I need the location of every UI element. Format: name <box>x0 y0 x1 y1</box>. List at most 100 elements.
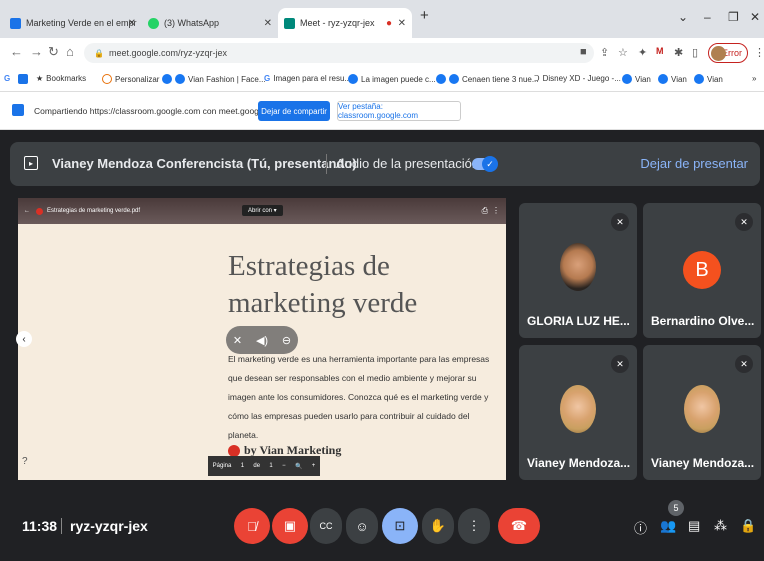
tab-whatsapp[interactable]: (3) WhatsApp ✕ <box>142 8 278 38</box>
participant-tile[interactable]: ✕ Vianey Mendoza... <box>519 345 637 480</box>
google-icon[interactable]: G <box>4 74 10 83</box>
close-window-icon[interactable]: ✕ <box>750 10 760 24</box>
facebook-icon <box>162 74 172 84</box>
camera-toggle-button[interactable]: ▣ <box>272 508 308 544</box>
back-icon[interactable]: ← <box>10 44 23 59</box>
circle-icon <box>102 74 112 84</box>
activities-icon[interactable]: ⁂ <box>714 518 727 534</box>
lock-icon[interactable]: 🔒 <box>740 518 756 534</box>
new-tab-icon[interactable]: + <box>420 7 429 24</box>
floating-controls: ✕ ◀) ⊖ <box>226 326 298 354</box>
volume-icon[interactable]: ◀) <box>256 334 268 347</box>
forward-icon[interactable]: → <box>30 44 43 59</box>
check-icon: ✓ <box>482 156 498 172</box>
zoom-icon[interactable]: 🔍 <box>295 463 302 470</box>
participant-name: GLORIA LUZ HE... <box>527 314 630 328</box>
avatar <box>560 385 596 433</box>
puzzle-icon[interactable]: ✱ <box>674 46 683 59</box>
open-with-button[interactable]: Abrir con ▾ <box>242 205 283 216</box>
camera-icon[interactable]: ■ <box>580 46 587 58</box>
emoji-button[interactable]: ☺ <box>346 508 378 544</box>
leave-call-button[interactable]: ☎ <box>498 508 540 544</box>
page-of: de <box>253 463 261 469</box>
tab-label: Meet - ryz-yzqr-jex <box>300 18 375 28</box>
reload-icon[interactable]: ↻ <box>48 44 59 60</box>
bookmark-item[interactable]: Personalizar <box>102 74 159 84</box>
tab-label: (3) WhatsApp <box>164 18 220 28</box>
help-icon[interactable]: ? <box>22 456 28 467</box>
divider <box>326 154 327 174</box>
stop-presenting-button[interactable]: Dejar de presentar <box>640 156 748 171</box>
more-options-button[interactable]: ⋮ <box>458 508 490 544</box>
participant-tile[interactable]: ✕ Vianey Mendoza... <box>643 345 761 480</box>
stop-sharing-button[interactable]: Dejar de compartir <box>258 101 330 121</box>
participant-name: Bernardino Olve... <box>651 314 755 328</box>
tab-marketing-verde[interactable]: Marketing Verde en el empr ✕ <box>4 8 142 38</box>
gmail-icon[interactable]: M <box>656 46 664 56</box>
bookmark-item[interactable]: G Imagen para el resu... <box>264 74 351 83</box>
browser-toolbar: ← → ↻ ⌂ 🔒 meet.google.com/ryz-yzqr-jex ■… <box>0 38 764 68</box>
close-icon[interactable]: ✕ <box>264 18 272 29</box>
bookmark-item[interactable]: Vian <box>694 74 723 84</box>
captions-button[interactable]: CC <box>310 508 342 544</box>
tab-meet[interactable]: Meet - ryz-yzqr-jex ● ✕ <box>278 8 412 38</box>
avatar <box>560 243 596 291</box>
back-icon[interactable]: ← <box>24 208 30 214</box>
share-icon[interactable]: ⇪ <box>600 46 609 59</box>
slide-title: Estrategias de marketing verde <box>228 250 418 319</box>
slide-body: El marketing verde es una herramienta im… <box>228 354 490 440</box>
apps-icon[interactable] <box>18 74 31 84</box>
bookmark-item[interactable]: Vian <box>658 74 687 84</box>
chevron-down-icon[interactable]: ⌄ <box>678 10 688 24</box>
mic-toggle-button[interactable]: 🎙̸ <box>234 508 270 544</box>
bookmark-item[interactable]: Ↄ Disney XD - Juego -... <box>534 74 621 83</box>
more-icon[interactable]: ⋮ <box>754 46 764 59</box>
view-tab-button[interactable]: Ver pestaña: classroom.google.com <box>337 101 461 121</box>
print-icon[interactable]: ⎙ <box>482 206 488 216</box>
bookmark-item[interactable]: Cenaen tiene 3 nue... <box>436 74 539 84</box>
divider <box>61 518 62 534</box>
page-current[interactable]: 1 <box>241 463 244 469</box>
restore-icon[interactable]: ❐ <box>728 10 739 24</box>
tab-label: Marketing Verde en el empr <box>26 18 137 28</box>
minus-circle-icon[interactable]: ⊖ <box>282 334 291 347</box>
audio-toggle[interactable]: ✓ <box>472 156 498 172</box>
participant-tile[interactable]: ✕ B Bernardino Olve... <box>643 203 761 338</box>
present-button[interactable]: ⊡ <box>382 508 418 544</box>
facebook-icon <box>694 74 704 84</box>
info-icon[interactable]: ⓘ <box>634 518 647 537</box>
people-icon[interactable]: 👥 <box>660 518 676 534</box>
bookmark-item[interactable]: ★ Bookmarks <box>36 74 86 83</box>
bookmark-item[interactable]: Vian <box>622 74 651 84</box>
avatar <box>711 46 726 61</box>
mic-off-icon: ✕ <box>735 355 753 373</box>
close-icon[interactable]: ✕ <box>128 18 136 29</box>
page-total: 1 <box>269 463 273 469</box>
chevron-left-icon[interactable]: ‹ <box>16 331 32 347</box>
chat-icon[interactable]: ▤ <box>688 518 700 534</box>
more-icon[interactable]: ⋮ <box>492 206 500 215</box>
mic-off-icon: 🎙̸ <box>247 518 257 534</box>
zoom-in-icon[interactable]: + <box>312 463 316 469</box>
recording-dot-icon: ● <box>385 17 392 29</box>
lock-icon: 🔒 <box>94 48 104 58</box>
more-bookmarks-icon[interactable]: » <box>752 74 756 83</box>
profile-error-chip[interactable]: Error <box>708 43 748 63</box>
sidepanel-icon[interactable]: ▯ <box>692 46 698 59</box>
minimize-icon[interactable]: – <box>704 10 711 24</box>
facebook-icon <box>449 74 459 84</box>
close-icon[interactable]: ✕ <box>398 18 406 29</box>
star-icon[interactable]: ☆ <box>618 46 628 59</box>
home-icon[interactable]: ⌂ <box>66 44 74 59</box>
participant-tile[interactable]: ✕ GLORIA LUZ HE... <box>519 203 637 338</box>
mic-off-icon: ✕ <box>611 213 629 231</box>
pdf-viewer-bar: ← Estrategias de marketing verde.pdf Abr… <box>18 198 506 224</box>
raise-hand-button[interactable]: ✋ <box>422 508 454 544</box>
bookmark-item[interactable]: Vian Fashion | Face... <box>162 74 266 84</box>
zoom-out-icon[interactable]: − <box>282 463 286 469</box>
address-bar[interactable]: 🔒 meet.google.com/ryz-yzqr-jex <box>84 43 594 63</box>
mic-off-icon[interactable]: ✕ <box>233 334 242 347</box>
bookmark-item[interactable]: La imagen puede c... <box>348 74 436 84</box>
sharing-infobar: Compartiendo https://classroom.google.co… <box>0 92 764 130</box>
extension-icon[interactable]: ✦ <box>638 46 647 59</box>
